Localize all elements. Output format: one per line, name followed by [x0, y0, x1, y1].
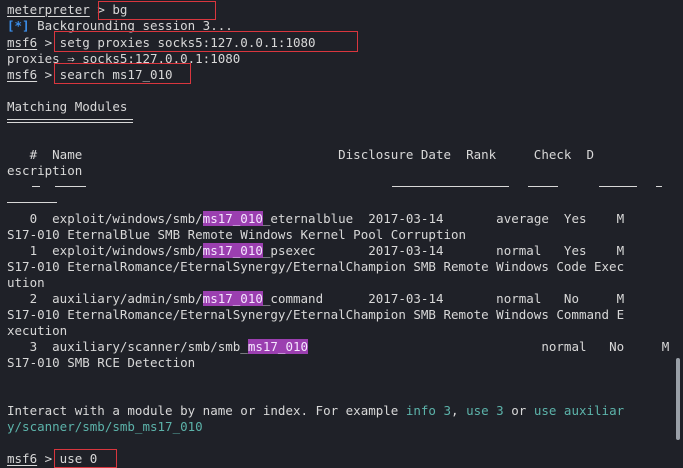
- column-rule: [55, 186, 86, 187]
- prompt-label: meterpreter: [7, 2, 90, 17]
- hint-link: use auxiliar: [533, 403, 625, 418]
- table-header: escription: [7, 163, 83, 178]
- search-match: ms17_010: [247, 339, 309, 354]
- section-title: Matching Modules: [7, 99, 128, 114]
- search-match: ms17_010: [202, 291, 263, 306]
- column-rule: [656, 186, 662, 187]
- table-row: S17-010 SMB RCE Detection: [7, 355, 196, 370]
- prompt-label: msf6: [7, 35, 38, 50]
- column-rule: [32, 186, 40, 187]
- table-row: S17-010 EternalRomance/EternalSynergy/Et…: [7, 307, 625, 322]
- hint-link: y/scanner/smb/smb_ms17_010: [7, 419, 203, 434]
- table-row: 1 exploit/windows/smb/ms17_010_psexec 20…: [7, 243, 625, 258]
- scrollbar[interactable]: [671, 0, 683, 466]
- table-row: xecution: [7, 323, 68, 338]
- search-match: ms17_010: [202, 211, 263, 226]
- terminal-window[interactable]: meterpreter > bg [*] Backgrounding sessi…: [0, 0, 683, 468]
- hint-line: Interact with a module by name or index.…: [7, 403, 625, 418]
- prompt-label: msf6: [7, 67, 38, 82]
- highlight-box: [54, 63, 191, 84]
- table-row: S17-010 EternalBlue SMB Remote Windows K…: [7, 227, 467, 242]
- scrollbar-thumb[interactable]: [676, 358, 680, 440]
- column-rule: [392, 186, 509, 187]
- table-row: 0 exploit/windows/smb/ms17_010_eternalbl…: [7, 211, 625, 226]
- search-match: ms17_010: [202, 243, 263, 258]
- title-underline: [7, 119, 133, 120]
- table-row: S17-010 EternalRomance/EternalSynergy/Et…: [7, 259, 625, 274]
- hint-line: y/scanner/smb/smb_ms17_010: [7, 419, 203, 435]
- title-underline: [7, 122, 133, 123]
- info-marker: [*]: [7, 18, 30, 33]
- table-row: 3 auxiliary/scanner/smb/smb_ms17_010 nor…: [7, 339, 670, 354]
- table-header: # Name Disclosure Date Rank Check D: [7, 147, 594, 162]
- column-rule: [7, 202, 57, 203]
- highlight-box: [54, 449, 117, 468]
- highlight-box: [54, 31, 358, 52]
- column-rule: [599, 186, 637, 187]
- table-row: 2 auxiliary/admin/smb/ms17_010_command 2…: [7, 291, 625, 306]
- table-row: ution: [7, 275, 45, 290]
- hint-link: use 3: [466, 403, 504, 418]
- hint-link: info 3: [405, 403, 452, 418]
- prompt-label: msf6: [7, 451, 38, 466]
- column-rule: [528, 186, 558, 187]
